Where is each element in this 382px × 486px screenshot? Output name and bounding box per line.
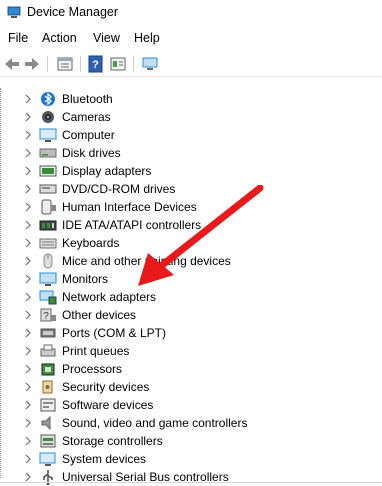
- chevron-right-icon[interactable]: [23, 148, 33, 158]
- mouse-icon: [43, 253, 53, 269]
- tree-item-label: Storage controllers: [62, 434, 163, 448]
- keyboard-icon: [39, 238, 57, 249]
- menu-view[interactable]: View: [93, 31, 120, 45]
- chevron-right-icon[interactable]: [23, 184, 33, 194]
- chevron-right-icon[interactable]: [23, 436, 33, 446]
- menu-help[interactable]: Help: [134, 31, 160, 45]
- tree-item-label: Security devices: [62, 380, 150, 394]
- tree-item-label: Other devices: [62, 308, 137, 322]
- title-bar: Device Manager: [0, 0, 382, 26]
- chevron-right-icon[interactable]: [23, 274, 33, 284]
- chevron-right-icon[interactable]: [23, 130, 33, 140]
- details-icon[interactable]: [109, 55, 127, 73]
- menu-file[interactable]: File: [8, 31, 28, 45]
- tree-item-disk-drives[interactable]: Disk drives: [0, 144, 382, 162]
- software-device-icon: [40, 398, 56, 412]
- processor-icon: [41, 363, 55, 376]
- chevron-right-icon[interactable]: [23, 166, 33, 176]
- bluetooth-icon: [41, 92, 55, 106]
- system-device-icon: [39, 452, 56, 466]
- chevron-right-icon[interactable]: [23, 382, 33, 392]
- monitor-icon[interactable]: [141, 55, 159, 73]
- toolbar-separator: [47, 56, 48, 72]
- device-manager-icon: [7, 6, 21, 18]
- tree-item-label: Disk drives: [62, 146, 121, 160]
- tree-item-ports-com-lpt[interactable]: Ports (COM & LPT): [0, 324, 382, 342]
- tree-item-label: Display adapters: [62, 164, 152, 178]
- tree-item-other-devices[interactable]: ? Other devices: [0, 306, 382, 324]
- network-adapter-icon: [39, 290, 57, 305]
- hid-icon: [41, 199, 56, 215]
- red-arrow-annotation: [138, 185, 264, 286]
- computer-icon: [39, 128, 57, 142]
- printer-icon: [40, 344, 56, 357]
- monitor-icon: [39, 272, 57, 286]
- chevron-right-icon[interactable]: [23, 328, 33, 338]
- ide-controller-icon: [39, 220, 57, 231]
- tree-item-label: Processors: [62, 362, 123, 376]
- chevron-right-icon[interactable]: [23, 472, 33, 482]
- chevron-right-icon[interactable]: [23, 292, 33, 302]
- tree-item-label: Computer: [62, 128, 115, 142]
- chevron-right-icon[interactable]: [23, 418, 33, 428]
- tree-item-computer[interactable]: Computer: [0, 126, 382, 144]
- tree-item-label: Software devices: [62, 398, 154, 412]
- chevron-right-icon[interactable]: [23, 238, 33, 248]
- other-devices-icon: ?: [40, 308, 56, 322]
- tree-item-label: Cameras: [62, 110, 111, 124]
- storage-controller-icon: [40, 434, 56, 448]
- tree-item-cameras[interactable]: Cameras: [0, 108, 382, 126]
- svg-text:?: ?: [92, 59, 99, 71]
- tree-item-software-devices[interactable]: Software devices: [0, 396, 382, 414]
- dvd-icon: [39, 184, 57, 194]
- toolbar: ?: [0, 52, 382, 77]
- tree-item-security-devices[interactable]: Security devices: [0, 378, 382, 396]
- tree-item-label: System devices: [62, 452, 147, 466]
- properties-icon[interactable]: [56, 55, 74, 73]
- tree-item-print-queues[interactable]: Print queues: [0, 342, 382, 360]
- toolbar-separator: [133, 56, 134, 72]
- chevron-right-icon[interactable]: [23, 364, 33, 374]
- toolbar-separator: [80, 56, 81, 72]
- window-title: Device Manager: [27, 5, 119, 19]
- disk-drive-icon: [39, 148, 57, 158]
- camera-icon: [42, 111, 54, 123]
- tree-item-label: Bluetooth: [62, 92, 113, 106]
- security-device-icon: [42, 380, 53, 394]
- bottom-border: [0, 482, 382, 483]
- chevron-right-icon[interactable]: [23, 112, 33, 122]
- tree-item-processors[interactable]: Processors: [0, 360, 382, 378]
- tree-item-storage-controllers[interactable]: Storage controllers: [0, 432, 382, 450]
- menu-action[interactable]: Action: [42, 31, 77, 45]
- tree-item-universal-serial-bus-controllers[interactable]: Universal Serial Bus controllers: [0, 468, 382, 486]
- chevron-right-icon[interactable]: [23, 94, 33, 104]
- display-adapter-icon: [39, 165, 57, 177]
- chevron-right-icon[interactable]: [23, 202, 33, 212]
- tree-item-bluetooth[interactable]: Bluetooth: [0, 90, 382, 108]
- tree-item-label: Print queues: [62, 344, 130, 358]
- tree-item-display-adapters[interactable]: Display adapters: [0, 162, 382, 180]
- port-icon: [40, 328, 56, 338]
- chevron-right-icon[interactable]: [23, 454, 33, 464]
- forward-icon[interactable]: [23, 55, 41, 73]
- chevron-right-icon[interactable]: [23, 220, 33, 230]
- menu-bar: File Action View Help: [0, 28, 382, 48]
- tree-item-label: Keyboards: [62, 236, 120, 250]
- svg-text:?: ?: [43, 311, 49, 322]
- tree-item-label: Sound, video and game controllers: [62, 416, 248, 430]
- chevron-right-icon[interactable]: [23, 400, 33, 410]
- chevron-right-icon[interactable]: [23, 346, 33, 356]
- chevron-right-icon[interactable]: [23, 256, 33, 266]
- tree-item-label: Monitors: [62, 272, 109, 286]
- tree-item-label: Ports (COM & LPT): [62, 326, 167, 340]
- speaker-icon: [41, 415, 51, 431]
- tree-item-system-devices[interactable]: System devices: [0, 450, 382, 468]
- back-icon[interactable]: [3, 55, 21, 73]
- chevron-right-icon[interactable]: [23, 310, 33, 320]
- help-icon[interactable]: ?: [87, 55, 105, 73]
- tree-item-sound-video-and-game-controllers[interactable]: Sound, video and game controllers: [0, 414, 382, 432]
